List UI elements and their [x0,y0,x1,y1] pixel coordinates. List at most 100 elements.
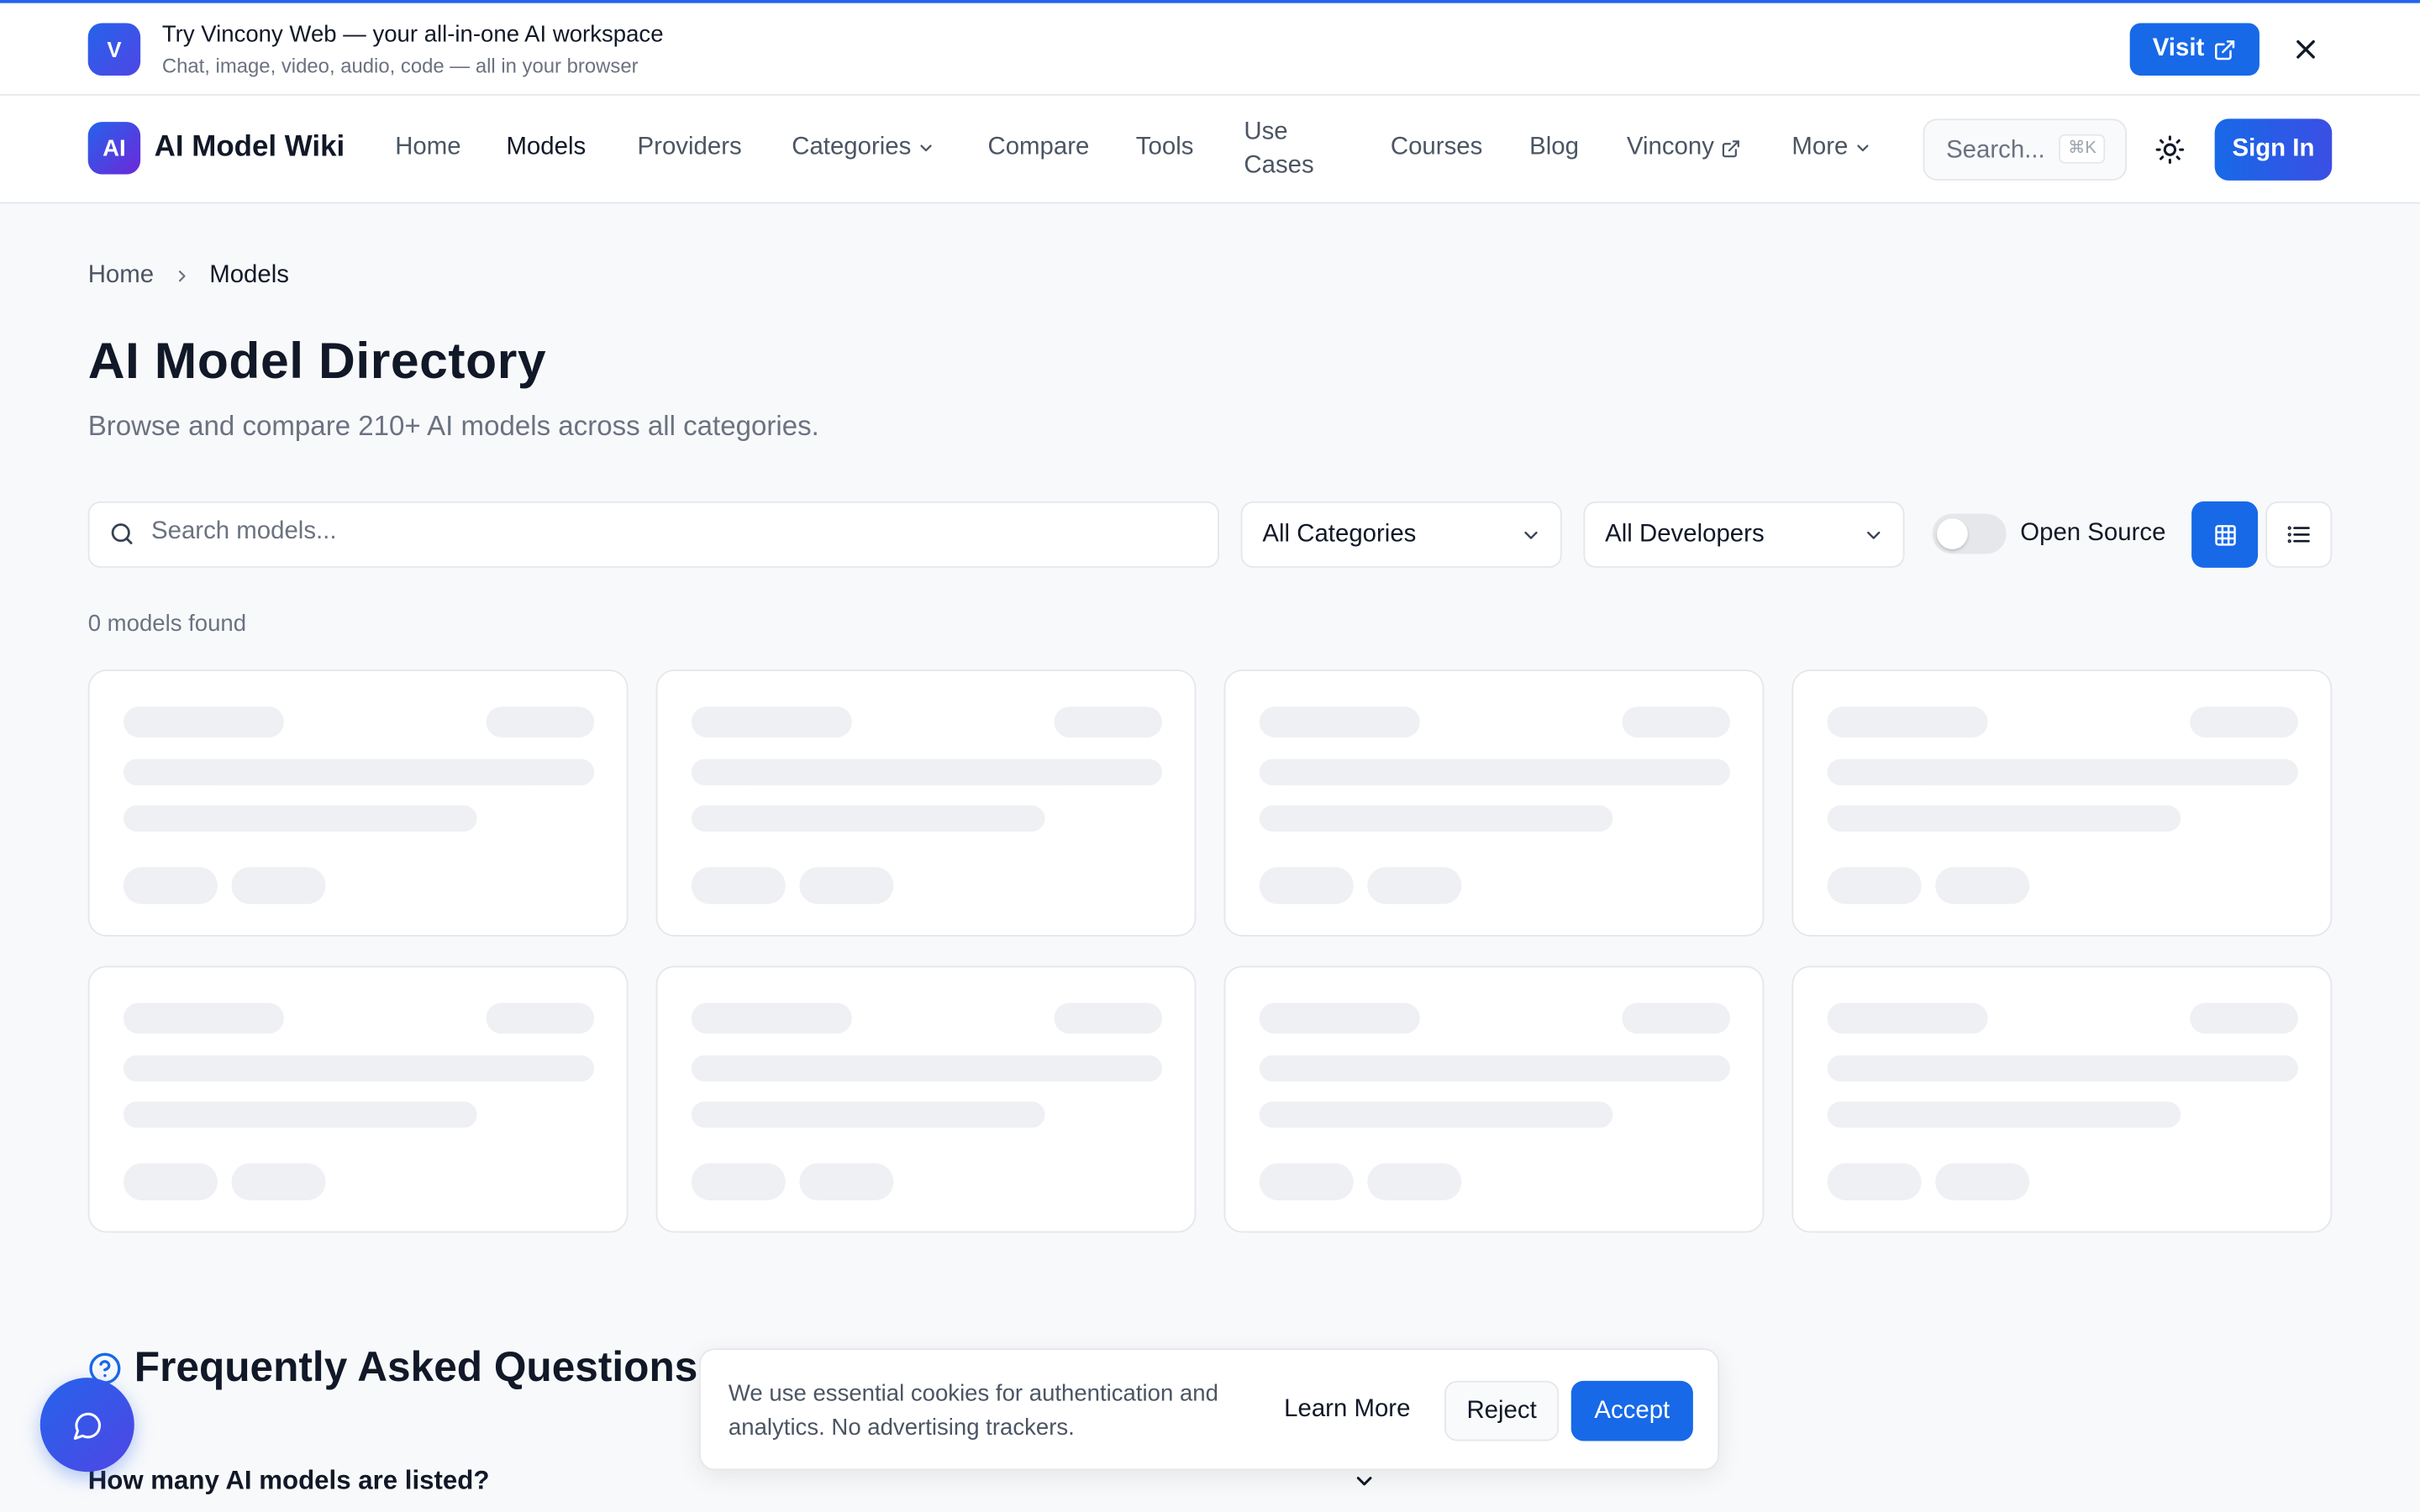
brand-name[interactable]: AI Model Wiki [155,131,345,165]
brand-logo[interactable]: AI [87,122,141,175]
nav-vincony-label: Vincony [1626,134,1714,161]
page-subtitle: Browse and compare 210+ AI models across… [87,410,819,442]
skeleton-badge [1054,706,1163,738]
vincony-logo: V [87,23,141,76]
cookie-message: We use essential cookies for authenticat… [728,1380,1218,1441]
skeleton-card [1791,669,2333,937]
breadcrumb-current: Models [209,262,289,289]
skeleton-card [655,669,1197,937]
skeleton-card [1223,669,1765,937]
skeleton-tag [1935,867,2030,905]
model-search-input[interactable] [150,518,1078,547]
search-shortcut: ⌘K [2059,134,2106,164]
skeleton-line [691,805,1045,832]
skeleton-tag [799,867,894,905]
promo-subtitle: Chat, image, video, audio, code — all in… [161,54,639,77]
results-count: 0 models found [87,611,247,638]
chevron-down-icon[interactable] [1352,1469,1376,1494]
nav-categories-label: Categories [792,134,912,161]
skeleton-badge [486,1002,595,1034]
chevron-down-icon [1858,144,1870,152]
skeleton-badge [486,706,595,738]
list-view-button[interactable] [2265,501,2333,568]
skeleton-line [691,1002,852,1034]
search-icon [111,523,133,544]
skeleton-line [1259,759,1730,785]
close-icon[interactable] [2291,34,2322,65]
skeleton-badge [2190,706,2298,738]
skeleton-tag [123,867,218,905]
nav-categories[interactable]: Categories [792,134,936,162]
open-source-toggle[interactable] [1932,513,2007,554]
nav-tools[interactable]: Tools [1136,134,1194,162]
chevron-down-icon [1524,531,1538,539]
cookie-banner: We use essential cookies for authenticat… [699,1348,1720,1471]
skeleton-line [1827,759,2298,785]
nav-use-cases[interactable]: Use Cases [1244,116,1336,184]
skeleton-tag [231,867,326,905]
chevron-down-icon [1867,531,1881,539]
nav-more[interactable]: More [1791,134,1872,162]
skeleton-line [123,1055,595,1082]
global-search-placeholder: Search... [1946,137,2045,164]
breadcrumb-home[interactable]: Home [88,262,154,290]
breadcrumb: Home Models [88,262,289,290]
page-title: AI Model Directory [87,331,547,389]
reject-button[interactable]: Reject [1444,1380,1560,1441]
skeleton-tag [691,867,786,905]
skeleton-badge [1054,1002,1163,1034]
chat-bubble-icon [72,1411,101,1440]
skeleton-tag [1367,1163,1462,1200]
sun-icon[interactable] [2154,134,2186,165]
chat-button[interactable] [39,1378,134,1473]
external-link-icon [1722,139,1739,157]
skeleton-badge [1622,1002,1730,1034]
faq-question[interactable]: How many AI models are listed? [88,1466,490,1497]
developer-select[interactable]: All Developers [1583,501,1905,568]
model-search-box [87,501,1219,568]
accept-button[interactable]: Accept [1570,1380,1693,1441]
skeleton-line [1827,1002,1988,1034]
skeleton-line [691,759,1163,785]
nav-more-label: More [1791,134,1849,161]
skeleton-line [691,1101,1045,1128]
skeleton-line [123,706,284,738]
skeleton-line [1827,1055,2298,1082]
nav-models[interactable]: Models [506,134,586,162]
skeleton-card [1791,965,2333,1233]
skeleton-line [1827,706,1988,738]
top-navigation: AI AI Model Wiki Home Models Providers C… [0,95,2420,204]
faq-heading: Frequently Asked Questions [88,1344,698,1392]
skeleton-tag [123,1163,218,1200]
visit-button[interactable]: Visit [2129,23,2260,76]
nav-vincony[interactable]: Vincony [1627,134,1740,162]
skeleton-badge [1622,706,1730,738]
skeleton-line [691,1055,1163,1082]
skeleton-line [1259,1002,1420,1034]
skeleton-line [691,706,852,738]
skeleton-tag [1259,867,1354,905]
nav-providers[interactable]: Providers [638,134,742,162]
category-select[interactable]: All Categories [1240,501,1562,568]
skeleton-line [123,759,595,785]
skeleton-tag [1367,867,1462,905]
grid-view-button[interactable] [2191,501,2259,568]
skeleton-badge [2190,1002,2298,1034]
skeleton-line [1259,1055,1730,1082]
global-search[interactable]: Search... ⌘K [1923,118,2127,181]
skeleton-card [1223,965,1765,1233]
skeleton-line [1259,805,1613,832]
grid-icon [2214,524,2235,545]
learn-more-link[interactable]: Learn More [1284,1396,1410,1424]
skeleton-card [87,669,629,937]
nav-home[interactable]: Home [395,134,460,162]
category-select-value: All Categories [1262,521,1417,549]
skeleton-line [1827,1101,2181,1128]
nav-blog[interactable]: Blog [1529,134,1579,162]
nav-compare[interactable]: Compare [987,134,1089,162]
nav-courses[interactable]: Courses [1391,134,1482,162]
promo-title: Try Vincony Web — your all-in-one AI wor… [161,21,664,48]
promo-banner: V Try Vincony Web — your all-in-one AI w… [0,0,2420,96]
external-link-icon [2215,39,2235,60]
sign-in-button[interactable]: Sign In [2214,118,2333,181]
